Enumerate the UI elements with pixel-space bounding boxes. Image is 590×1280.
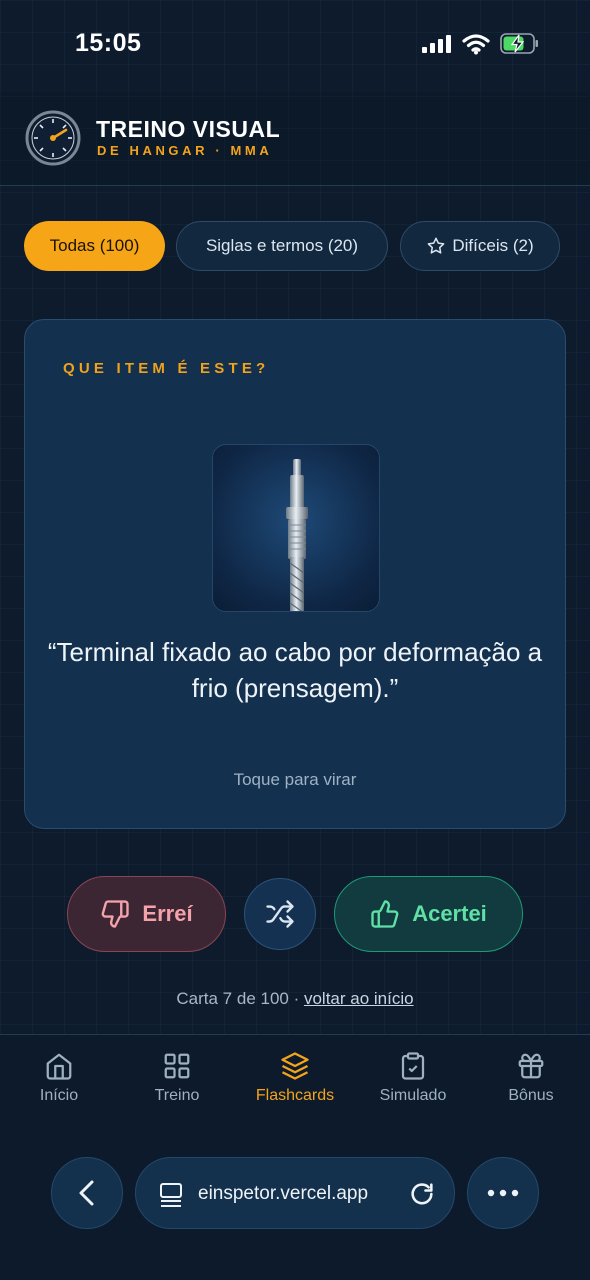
star-icon — [428, 237, 445, 254]
thumbs-up-icon — [371, 900, 399, 928]
shuffle-icon — [266, 900, 294, 928]
card-flip-hint: Toque para virar — [233, 770, 357, 789]
layers-icon — [281, 1052, 309, 1080]
reload-icon[interactable] — [408, 1180, 436, 1208]
browser-more-button[interactable] — [467, 1157, 539, 1229]
nav-item-training[interactable]: Treino — [127, 1051, 227, 1105]
brand-title: TREINO VISUAL — [96, 116, 281, 142]
card-kicker: QUE ITEM É ESTE? — [63, 360, 270, 377]
back-to-start-link[interactable]: voltar ao início — [304, 989, 414, 1008]
right-button-label: Acertei — [412, 901, 487, 926]
nav-item-simulation[interactable]: Simulado — [363, 1051, 463, 1105]
browser-url-text: einspetor.vercel.app — [198, 1183, 369, 1204]
swaged-cable-terminal-icon — [286, 459, 308, 611]
grid-icon — [164, 1053, 190, 1079]
gift-icon — [518, 1053, 544, 1079]
filter-chip-all[interactable]: Todas (100) — [24, 221, 165, 271]
flashcard[interactable]: QUE ITEM É ESTE? “Terminal fixado ao cab… — [24, 319, 566, 829]
filter-chip-all-label: Todas (100) — [49, 236, 140, 255]
nav-item-bonus[interactable]: Bônus — [481, 1051, 581, 1105]
filter-chip-difficult-label: Difíceis (2) — [452, 236, 534, 255]
card-definition: “Terminal fixado ao cabo por deformação … — [47, 637, 543, 703]
gauge-logo-icon — [25, 110, 81, 166]
cellular-signal-icon — [422, 35, 452, 53]
thumbs-down-icon — [102, 900, 130, 928]
nav-item-home[interactable]: Início — [9, 1051, 109, 1105]
right-button[interactable]: Acertei — [334, 876, 523, 952]
nav-item-flashcards-label: Flashcards — [255, 1087, 335, 1104]
chevron-left-icon — [79, 1180, 94, 1206]
status-bar: 15:05 — [0, 0, 590, 90]
progress-text: Carta 7 de 100 · — [176, 989, 304, 1008]
filter-chip-difficult[interactable]: Difíceis (2) — [400, 221, 560, 271]
nav-item-training-label: Treino — [154, 1087, 200, 1104]
nav-item-simulation-label: Simulado — [379, 1087, 447, 1104]
wrong-button-label: Erreí — [142, 901, 193, 926]
page-menu-icon — [160, 1183, 182, 1207]
wrong-button[interactable]: Erreí — [67, 876, 226, 952]
battery-charging-icon — [500, 33, 538, 54]
browser-url-bar[interactable]: einspetor.vercel.app — [135, 1157, 455, 1229]
card-image — [212, 444, 380, 612]
card-progress: Carta 7 de 100 · voltar ao início — [0, 989, 590, 1009]
status-time: 15:05 — [75, 29, 142, 57]
wifi-icon — [462, 34, 490, 55]
filter-chip-terms[interactable]: Siglas e termos (20) — [176, 221, 388, 271]
filter-chip-terms-label: Siglas e termos (20) — [205, 236, 359, 255]
nav-item-flashcards[interactable]: Flashcards — [245, 1051, 345, 1105]
browser-back-button[interactable] — [51, 1157, 123, 1229]
brand-subtitle: DE HANGAR · MMA — [97, 143, 273, 158]
home-icon — [46, 1053, 72, 1080]
clipboard-check-icon — [401, 1052, 425, 1080]
shuffle-button[interactable] — [244, 878, 316, 950]
more-dots-icon — [487, 1189, 519, 1197]
nav-item-home-label: Início — [39, 1087, 79, 1104]
nav-item-bonus-label: Bônus — [508, 1087, 554, 1104]
app-header: TREINO VISUAL DE HANGAR · MMA — [0, 92, 590, 186]
